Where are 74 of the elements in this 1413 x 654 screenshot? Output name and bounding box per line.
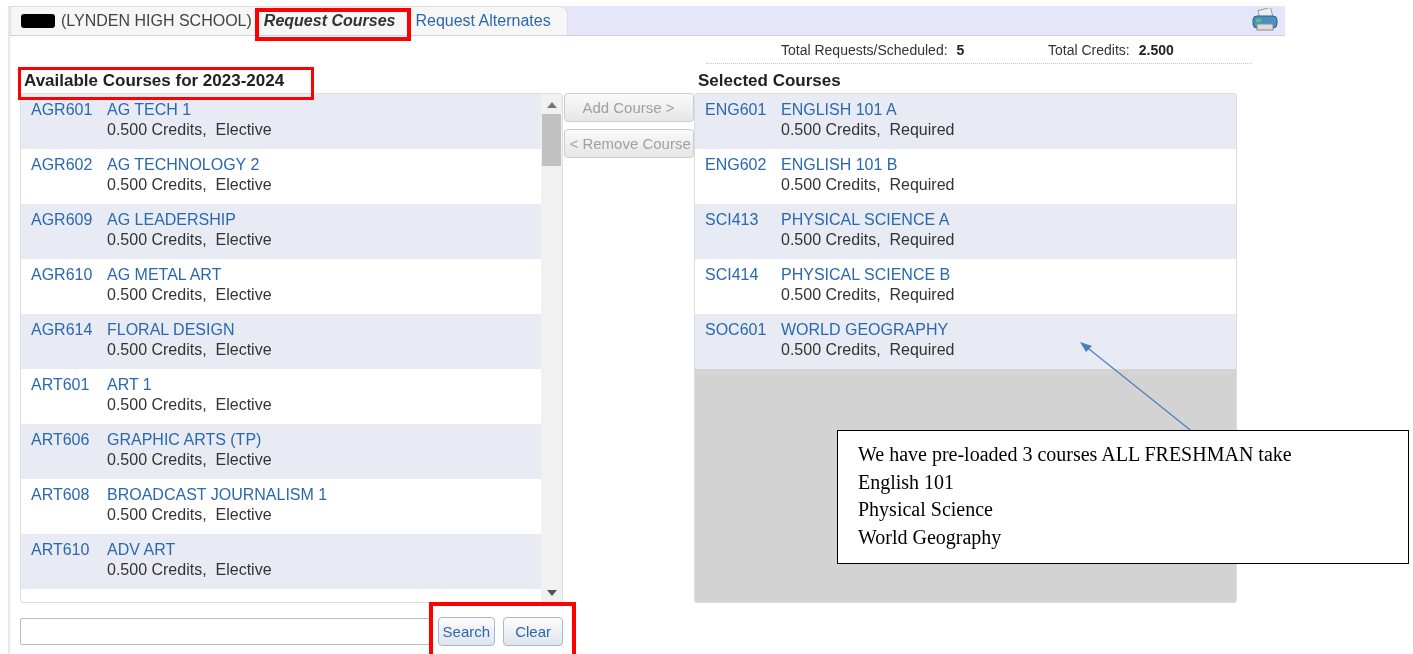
tab[interactable]: Request Courses bbox=[257, 12, 402, 30]
course-details: 0.500 Credits, Elective bbox=[107, 286, 272, 305]
course-details: 0.500 Credits, Elective bbox=[107, 121, 272, 140]
school-name: (LYNDEN HIGH SCHOOL) bbox=[61, 12, 252, 30]
course-code: SOC601 bbox=[705, 321, 767, 340]
course-details: 0.500 Credits, Required bbox=[781, 286, 955, 305]
tab[interactable]: Request Alternates bbox=[409, 12, 557, 30]
selected-courses-heading: Selected Courses bbox=[698, 72, 841, 90]
course-name[interactable]: PHYSICAL SCIENCE A bbox=[781, 211, 950, 231]
total-value: 5 bbox=[956, 41, 965, 58]
course-row[interactable]: ENG601 ENGLISH 101 A 0.500 Credits, Required bbox=[695, 94, 1236, 149]
course-code: ART606 bbox=[31, 431, 90, 450]
course-details: 0.500 Credits, Required bbox=[781, 176, 955, 195]
course-name[interactable]: AG TECH 1 bbox=[107, 101, 192, 121]
search-button[interactable]: Search bbox=[437, 617, 496, 646]
course-code: AGR601 bbox=[31, 101, 93, 120]
course-details: 0.500 Credits, Required bbox=[781, 341, 955, 360]
search-field[interactable] bbox=[20, 618, 430, 645]
course-code: ENG602 bbox=[705, 156, 767, 175]
course-code: AGR602 bbox=[31, 156, 93, 175]
course-name[interactable]: PHYSICAL SCIENCE B bbox=[781, 266, 951, 286]
course-name[interactable]: ADV ART bbox=[107, 541, 176, 561]
course-name[interactable]: ENGLISH 101 A bbox=[781, 101, 897, 121]
course-row[interactable]: AGR601 AG TECH 1 0.500 Credits, Elective bbox=[21, 94, 541, 149]
course-row[interactable]: ART610 ADV ART 0.500 Credits, Elective bbox=[21, 534, 541, 589]
course-code: AGR609 bbox=[31, 211, 93, 230]
printer-icon[interactable] bbox=[1251, 8, 1279, 32]
course-name[interactable]: GRAPHIC ARTS (TP) bbox=[107, 431, 262, 451]
course-row[interactable]: SCI413 PHYSICAL SCIENCE A 0.500 Credits, Required bbox=[695, 204, 1236, 259]
course-details: 0.500 Credits, Required bbox=[781, 121, 955, 140]
course-details: 0.500 Credits, Elective bbox=[107, 451, 272, 470]
course-row[interactable]: ART606 GRAPHIC ARTS (TP) 0.500 Credits, Elective bbox=[21, 424, 541, 479]
course-code: ART610 bbox=[31, 541, 90, 560]
annotation-text: Physical Science bbox=[858, 497, 993, 523]
clear-button[interactable]: Clear bbox=[503, 617, 563, 646]
redaction-bar bbox=[21, 14, 55, 28]
course-row[interactable]: AGR609 AG LEADERSHIP 0.500 Credits, Elective bbox=[21, 204, 541, 259]
total-label: Total Requests/Scheduled: bbox=[781, 41, 948, 58]
course-row[interactable]: AGR614 FLORAL DESIGN 0.500 Credits, Elective bbox=[21, 314, 541, 369]
annotation-text: We have pre-loaded 3 courses ALL FRESHMAN take bbox=[858, 442, 1292, 468]
scrollbar-thumb[interactable] bbox=[542, 114, 561, 166]
course-details: 0.500 Credits, Elective bbox=[107, 506, 272, 525]
course-name[interactable]: ART 1 bbox=[107, 376, 152, 396]
annotation-text: English 101 bbox=[858, 469, 955, 496]
course-code: AGR614 bbox=[31, 321, 93, 340]
course-row[interactable]: SOC601 WORLD GEOGRAPHY 0.500 Credits, Required bbox=[695, 314, 1236, 369]
course-name[interactable]: WORLD GEOGRAPHY bbox=[781, 321, 949, 341]
scroll-down-icon[interactable] bbox=[546, 590, 557, 596]
course-details: 0.500 Credits, Elective bbox=[107, 231, 272, 250]
course-name[interactable]: AG METAL ART bbox=[107, 266, 222, 286]
course-details: 0.500 Credits, Elective bbox=[107, 176, 272, 195]
course-details: 0.500 Credits, Elective bbox=[107, 341, 272, 360]
course-code: SCI414 bbox=[705, 266, 759, 285]
course-name[interactable]: ENGLISH 101 B bbox=[781, 156, 898, 176]
course-code: AGR610 bbox=[31, 266, 93, 285]
course-row[interactable]: SCI414 PHYSICAL SCIENCE B 0.500 Credits, Required bbox=[695, 259, 1236, 314]
course-details: 0.500 Credits, Elective bbox=[107, 396, 272, 415]
course-name[interactable]: BROADCAST JOURNALISM 1 bbox=[107, 486, 328, 506]
total-label: Total Credits: bbox=[1048, 41, 1130, 58]
course-name[interactable]: AG LEADERSHIP bbox=[107, 211, 236, 231]
course-code: ART608 bbox=[31, 486, 90, 505]
course-name[interactable]: FLORAL DESIGN bbox=[107, 321, 235, 341]
scrollbar[interactable] bbox=[541, 94, 562, 602]
course-name[interactable]: AG TECHNOLOGY 2 bbox=[107, 156, 260, 176]
course-code: SCI413 bbox=[705, 211, 759, 230]
annotation-text: World Geography bbox=[858, 524, 1002, 551]
scroll-up-icon[interactable] bbox=[546, 102, 557, 108]
course-code: ART601 bbox=[31, 376, 90, 395]
total-value: 2.500 bbox=[1138, 41, 1174, 58]
course-row[interactable]: ENG602 ENGLISH 101 B 0.500 Credits, Required bbox=[695, 149, 1236, 204]
course-details: 0.500 Credits, Required bbox=[781, 231, 955, 250]
course-code: ENG601 bbox=[705, 101, 767, 120]
course-details: 0.500 Credits, Elective bbox=[107, 561, 272, 580]
available-courses-heading: Available Courses for 2023-2024 bbox=[24, 72, 285, 90]
